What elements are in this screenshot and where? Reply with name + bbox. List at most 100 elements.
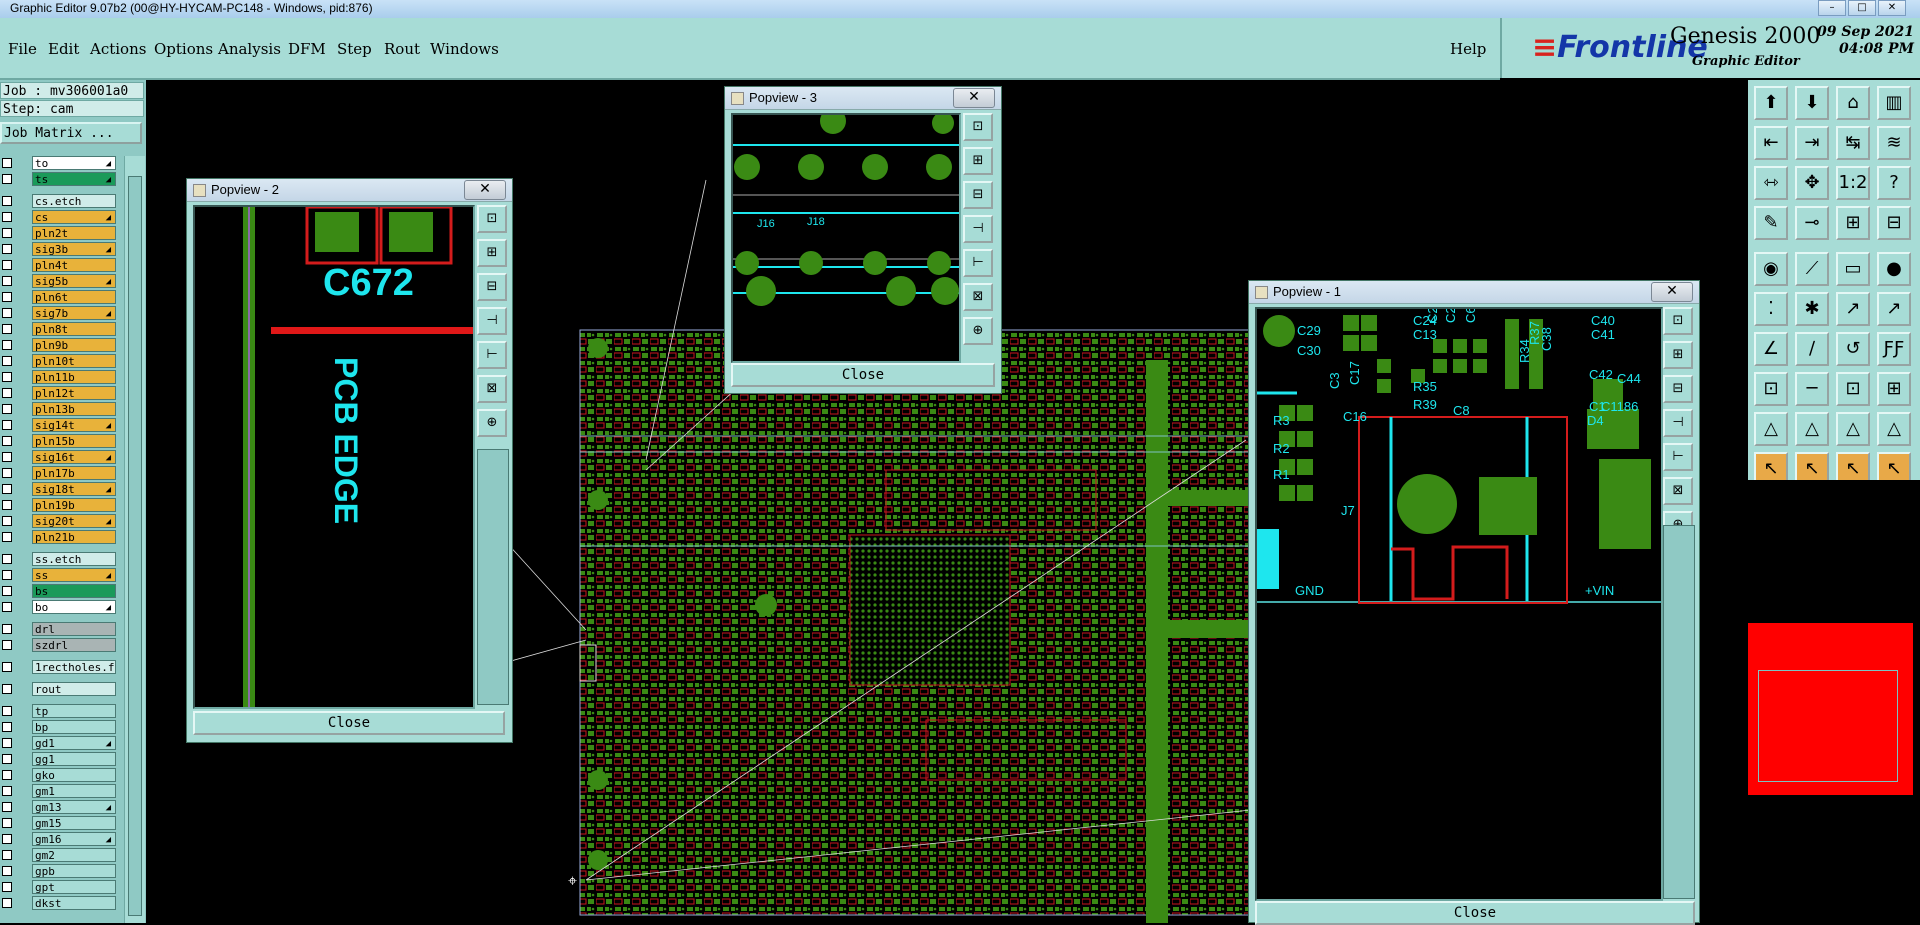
layer-name[interactable]: pln9b — [32, 338, 116, 352]
layer-name[interactable]: rout — [32, 682, 116, 696]
toolbar-button-icon[interactable]: △ — [1795, 412, 1829, 446]
layer-name[interactable]: sig16t ◢ — [32, 450, 116, 464]
popview-tool-icon[interactable]: ⊕ — [477, 409, 507, 437]
layer-checkbox[interactable] — [2, 866, 12, 876]
layer-row[interactable]: pln6t — [0, 290, 118, 304]
layer-checkbox[interactable] — [2, 738, 12, 748]
toolbar-button-icon[interactable]: ↗ — [1877, 292, 1911, 326]
popview-3-close-button[interactable]: Close — [731, 363, 995, 387]
layer-row[interactable]: pln21b — [0, 530, 118, 544]
layer-checkbox[interactable] — [2, 554, 12, 564]
popview-tool-icon[interactable]: ⊣ — [1663, 409, 1693, 437]
toolbar-button-icon[interactable]: ⇿ — [1754, 166, 1788, 200]
toolbar-button-icon[interactable]: ⬆ — [1754, 86, 1788, 120]
layer-row[interactable]: gpt — [0, 880, 118, 894]
layer-checkbox[interactable] — [2, 786, 12, 796]
popview-tool-icon[interactable]: ⊞ — [477, 239, 507, 267]
layer-name[interactable]: cs ◢ — [32, 210, 116, 224]
toolbar-button-icon[interactable]: ∕ — [1795, 332, 1829, 366]
popview-3-titlebar[interactable]: Popview - 3 ✕ — [725, 87, 1001, 110]
layer-row[interactable]: pln10t — [0, 354, 118, 368]
layer-row[interactable]: gm1 — [0, 784, 118, 798]
layer-name[interactable]: sig7b ◢ — [32, 306, 116, 320]
layer-checkbox[interactable] — [2, 532, 12, 542]
layer-name[interactable]: pln6t — [32, 290, 116, 304]
popview-1-canvas[interactable]: C29 C30 C3 C17 C24 C13 C21 C22 C6 R34 R37 C38 C40 C41… — [1255, 307, 1663, 901]
layer-row[interactable]: rout — [0, 682, 118, 696]
layer-row[interactable]: ss ◢ — [0, 568, 118, 582]
toolbar-button-icon[interactable]: ⊞ — [1836, 206, 1870, 240]
layer-name[interactable]: pln4t — [32, 258, 116, 272]
toolbar-button-icon[interactable]: ⁚ — [1754, 292, 1788, 326]
toolbar-button-icon[interactable]: ⊞ — [1877, 372, 1911, 406]
toolbar-button-icon[interactable]: ↺ — [1836, 332, 1870, 366]
layer-row[interactable]: sig20t ◢ — [0, 514, 118, 528]
layer-checkbox[interactable] — [2, 882, 12, 892]
layer-name[interactable]: pln10t — [32, 354, 116, 368]
popview-tool-icon[interactable]: ⊢ — [477, 341, 507, 369]
layer-row[interactable]: 1rectholes.f — [0, 660, 118, 674]
toolbar-button-icon[interactable]: ≋ — [1877, 126, 1911, 160]
popview-tool-icon[interactable]: ⊣ — [963, 215, 993, 243]
layer-row[interactable]: cs.etch — [0, 194, 118, 208]
layer-name[interactable]: gm15 — [32, 816, 116, 830]
popview-tool-icon[interactable]: ⊡ — [963, 113, 993, 141]
layer-row[interactable]: sig16t ◢ — [0, 450, 118, 464]
layer-row[interactable]: pln4t — [0, 258, 118, 272]
layer-name[interactable]: ss.etch — [32, 552, 116, 566]
minimize-button[interactable]: – — [1818, 0, 1846, 16]
layer-name[interactable]: bo ◢ — [32, 600, 116, 614]
layer-checkbox[interactable] — [2, 388, 12, 398]
layer-checkbox[interactable] — [2, 404, 12, 414]
layer-checkbox[interactable] — [2, 586, 12, 596]
layer-checkbox[interactable] — [2, 228, 12, 238]
toolbar-button-icon[interactable]: ◉ — [1754, 252, 1788, 286]
popview-tool-icon[interactable]: ⊟ — [477, 273, 507, 301]
overview-view-box[interactable] — [1758, 670, 1898, 782]
layer-name[interactable]: pln2t — [32, 226, 116, 240]
toolbar-button-icon[interactable]: ⊡ — [1836, 372, 1870, 406]
layer-row[interactable]: szdrl — [0, 638, 118, 652]
popview-1-scrollbar[interactable] — [1663, 525, 1695, 899]
layer-row[interactable]: sig18t ◢ — [0, 482, 118, 496]
layer-name[interactable]: gko — [32, 768, 116, 782]
layer-checkbox[interactable] — [2, 818, 12, 828]
layer-checkbox[interactable] — [2, 662, 12, 672]
menu-actions[interactable]: Actions — [90, 40, 146, 58]
popview-tool-icon[interactable]: ⊞ — [1663, 341, 1693, 369]
layer-checkbox[interactable] — [2, 602, 12, 612]
layer-name[interactable]: sig14t ◢ — [32, 418, 116, 432]
layer-checkbox[interactable] — [2, 834, 12, 844]
layer-name[interactable]: sig20t ◢ — [32, 514, 116, 528]
layer-row[interactable]: bs — [0, 584, 118, 598]
window-close-button[interactable]: ✕ — [1878, 0, 1906, 16]
toolbar-button-icon[interactable]: ▭ — [1836, 252, 1870, 286]
layer-checkbox[interactable] — [2, 420, 12, 430]
layer-row[interactable]: pln13b — [0, 402, 118, 416]
menu-file[interactable]: File — [8, 40, 37, 58]
layer-row[interactable]: ss.etch — [0, 552, 118, 566]
popview-tool-icon[interactable]: ⊣ — [477, 307, 507, 335]
layer-name[interactable]: pln17b — [32, 466, 116, 480]
menu-rout[interactable]: Rout — [384, 40, 420, 58]
popview-tool-icon[interactable]: ⊠ — [477, 375, 507, 403]
layer-checkbox[interactable] — [2, 684, 12, 694]
layer-row[interactable]: ts ◢ — [0, 172, 118, 186]
layer-row[interactable]: gm16 ◢ — [0, 832, 118, 846]
layer-checkbox[interactable] — [2, 452, 12, 462]
popview-tool-icon[interactable]: ⊢ — [1663, 443, 1693, 471]
layer-checkbox[interactable] — [2, 174, 12, 184]
layer-name[interactable]: 1rectholes.f — [32, 660, 116, 674]
popview-2-close-button[interactable]: Close — [193, 711, 505, 735]
layer-row[interactable]: bo ◢ — [0, 600, 118, 614]
layer-row[interactable]: to ◢ — [0, 156, 118, 170]
toolbar-button-icon[interactable]: ⇥ — [1795, 126, 1829, 160]
toolbar-button-icon[interactable]: ✱ — [1795, 292, 1829, 326]
maximize-button[interactable]: □ — [1848, 0, 1876, 16]
layer-checkbox[interactable] — [2, 372, 12, 382]
layer-name[interactable]: bs — [32, 584, 116, 598]
layer-row[interactable]: sig5b ◢ — [0, 274, 118, 288]
layer-name[interactable]: gm1 — [32, 784, 116, 798]
toolbar-button-icon[interactable]: ⬇ — [1795, 86, 1829, 120]
layer-checkbox[interactable] — [2, 484, 12, 494]
